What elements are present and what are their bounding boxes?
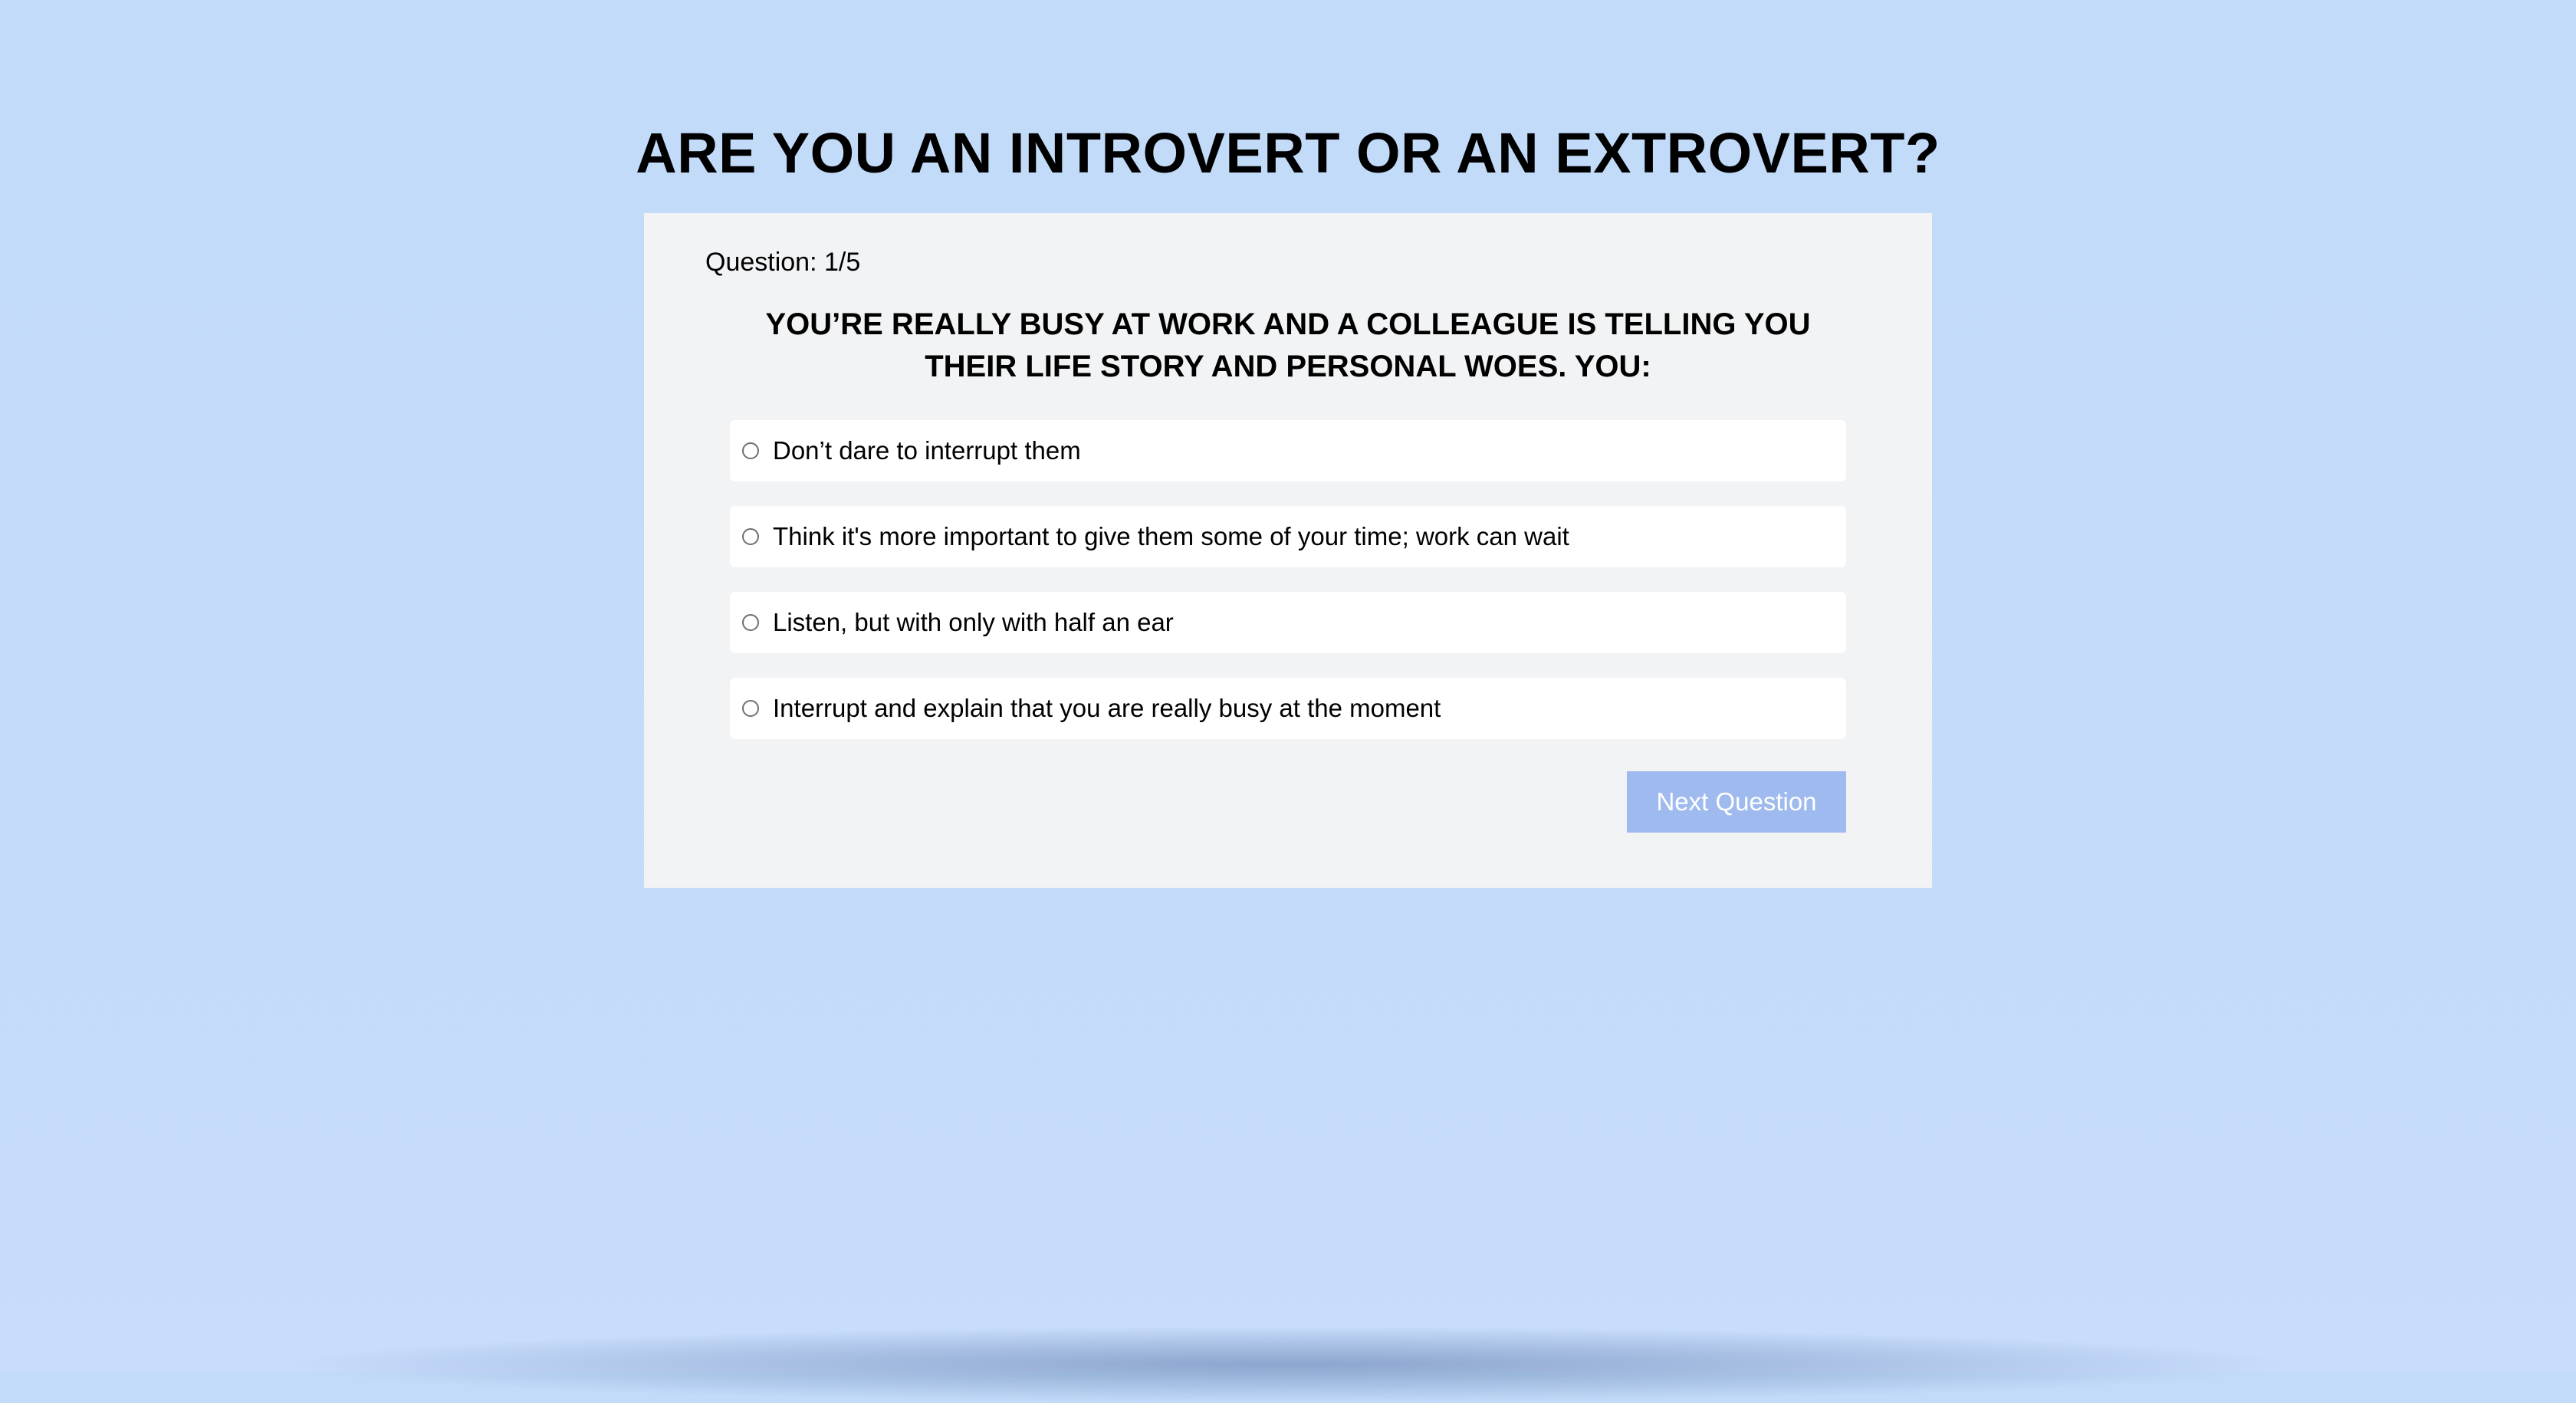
- answer-options: Don’t dare to interrupt them Think it's …: [730, 420, 1846, 764]
- quiz-page: ARE YOU AN INTROVERT OR AN EXTROVERT? Qu…: [0, 0, 2576, 1403]
- answer-option-label: Don’t dare to interrupt them: [773, 436, 1081, 465]
- quiz-title: ARE YOU AN INTROVERT OR AN EXTROVERT?: [636, 121, 1940, 185]
- question-text: YOU’RE REALLY BUSY AT WORK AND A COLLEAG…: [765, 307, 1811, 383]
- answer-option-3[interactable]: Listen, but with only with half an ear: [730, 592, 1846, 653]
- answer-option-label: Interrupt and explain that you are reall…: [773, 694, 1441, 722]
- quiz-card: Question: 1/5 YOU’RE REALLY BUSY AT WORK…: [644, 213, 1932, 888]
- radio-button-2[interactable]: [742, 528, 759, 545]
- question-counter: Question: 1/5: [705, 248, 861, 277]
- answer-option-1[interactable]: Don’t dare to interrupt them: [730, 420, 1846, 481]
- radio-button-4[interactable]: [742, 700, 759, 717]
- answer-option-label: Think it's more important to give them s…: [773, 522, 1569, 550]
- radio-button-1[interactable]: [742, 442, 759, 459]
- answer-option-label: Listen, but with only with half an ear: [773, 608, 1174, 636]
- window-bottom-shadow: [276, 1326, 2300, 1403]
- answer-option-2[interactable]: Think it's more important to give them s…: [730, 506, 1846, 567]
- answer-option-4[interactable]: Interrupt and explain that you are reall…: [730, 678, 1846, 739]
- next-question-button[interactable]: Next Question: [1627, 771, 1846, 833]
- radio-button-3[interactable]: [742, 614, 759, 631]
